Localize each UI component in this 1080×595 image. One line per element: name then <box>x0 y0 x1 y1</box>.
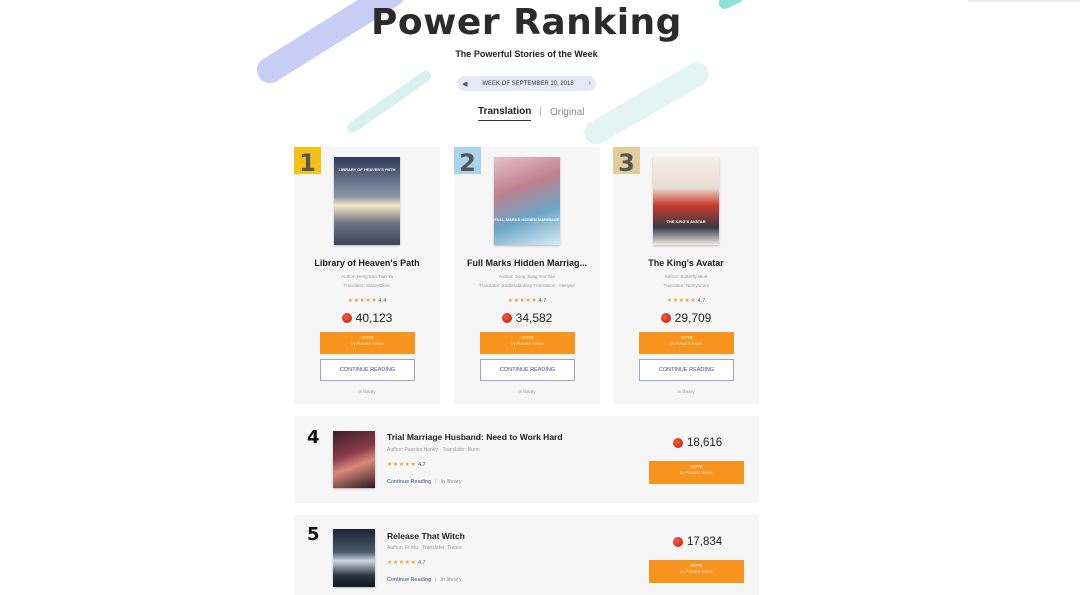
vote-count: 34,582 <box>454 311 600 325</box>
star-rating-icon: ★★★★★ <box>507 298 538 304</box>
power-stone-icon <box>673 438 683 448</box>
tab-original[interactable]: Original <box>550 107 584 121</box>
book-cover[interactable]: LIBRARY OF HEAVEN'S PATH <box>334 157 400 245</box>
book-cover[interactable]: THE KING'S AVATAR <box>653 157 719 245</box>
week-label: WEEK OF SEPTEMBER 10, 2018 <box>482 80 574 87</box>
tab-translation[interactable]: Translation <box>478 106 532 121</box>
power-stone-icon <box>341 313 352 323</box>
power-stone-icon <box>673 537 683 547</box>
week-selector: ◀ WEEK OF SEPTEMBER 10, 2018 › <box>457 76 596 91</box>
page-subtitle: The Powerful Stories of the Week <box>455 49 598 59</box>
power-stone-icon <box>501 313 512 323</box>
vote-count-value: 34,582 <box>515 311 553 325</box>
page-title: Power Ranking <box>371 2 682 43</box>
row-actions: Continue Reading | In library <box>387 479 462 485</box>
library-status: In library <box>440 479 462 485</box>
action-separator: | <box>435 479 437 485</box>
cover-text: LIBRARY OF HEAVEN'S PATH <box>338 167 396 172</box>
power-stone-icon <box>660 313 671 323</box>
continue-reading-button[interactable]: CONTINUE READING <box>639 359 734 381</box>
cover-text: THE KING'S AVATAR <box>666 219 706 224</box>
top-book-card: 2 FULL MARKS HIDDEN MARRIAGE Full Marks … <box>454 147 600 404</box>
rank-number: 5 <box>307 524 320 545</box>
rating: ★★★★★ 4.7 <box>613 297 759 304</box>
vote-sub-label: IN POWER RANK <box>680 470 713 475</box>
book-title[interactable]: Trial Marriage Husband: Need to Work Har… <box>387 432 563 442</box>
list-book-row: 4 Trial Marriage Husband: Need to Work H… <box>294 416 759 503</box>
rating: ★★★★★ 4.7 <box>454 297 600 304</box>
vote-count: 17,834 <box>673 536 722 548</box>
rating: ★★★★★ 4.4 <box>294 297 440 304</box>
vote-sub-label: IN POWER RANK <box>670 341 703 346</box>
list-book-row: 5 Release That Witch Author: Er Mu · Tra… <box>294 515 759 595</box>
cover-text: FULL MARKS HIDDEN MARRIAGE <box>494 217 560 222</box>
vote-count-value: 17,834 <box>687 536 723 548</box>
vote-button[interactable]: VOTE IN POWER RANK <box>480 332 575 354</box>
star-rating-icon: ★★★★★ <box>347 298 378 304</box>
vote-count: 18,616 <box>673 437 722 449</box>
book-title[interactable]: Library of Heaven's Path <box>294 258 440 268</box>
author-line: Author: Jiong Jiong You Yao <box>498 274 556 279</box>
rank-number: 4 <box>307 427 320 448</box>
author-translator-line: Author: Er Mu · Translator: Tranto <box>387 545 462 551</box>
rating: ★★★★★ 4.7 <box>387 559 426 566</box>
decorative-stripe <box>580 58 714 149</box>
tab-bar: Translation | Original <box>478 106 584 121</box>
vote-button[interactable]: VOTE IN POWER RANK <box>649 560 744 583</box>
vote-button[interactable]: VOTE IN POWER RANK <box>649 461 744 484</box>
rating: ★★★★★ 4.7 <box>387 461 426 468</box>
vote-sub-label: IN POWER RANK <box>680 569 713 574</box>
book-cover[interactable] <box>333 529 375 587</box>
star-rating-icon: ★★★★★ <box>387 560 417 566</box>
author-line: Author: Butterfly Blue <box>664 274 708 279</box>
continue-reading-link[interactable]: Continue Reading <box>387 577 431 583</box>
rating-value: 4.7 <box>538 298 547 304</box>
row-actions: Continue Reading | In library <box>387 577 462 583</box>
vote-sub-label: IN POWER RANK <box>351 341 384 346</box>
vote-count-value: 40,123 <box>355 311 393 325</box>
vote-button[interactable]: VOTE IN POWER RANK <box>320 332 415 354</box>
rating-value: 4.7 <box>697 298 706 304</box>
rating-value: 4.7 <box>417 560 426 566</box>
library-status: In library <box>677 389 695 394</box>
rating-value: 4.7 <box>417 462 426 468</box>
continue-reading-link[interactable]: Continue Reading <box>387 479 431 485</box>
library-status: In library <box>358 389 376 394</box>
action-separator: | <box>435 577 437 583</box>
author-translator-line: Author: Passion Honey · Translator: Nuno <box>387 447 480 453</box>
vote-count: 29,709 <box>613 311 759 325</box>
caret-left-icon[interactable]: ◀ <box>462 80 467 88</box>
author-line: Author: Heng Sao Tian Ya <box>341 274 393 279</box>
vote-button[interactable]: VOTE IN POWER RANK <box>639 332 734 354</box>
book-title[interactable]: The King's Avatar <box>613 258 759 268</box>
translator-line: Translator: StarveCleric <box>343 283 391 288</box>
continue-reading-button[interactable]: CONTINUE READING <box>320 359 415 381</box>
top-book-card: 3 THE KING'S AVATAR The King's Avatar Au… <box>613 147 759 404</box>
star-rating-icon: ★★★★★ <box>387 462 417 468</box>
book-cover[interactable]: FULL MARKS HIDDEN MARRIAGE <box>494 157 560 245</box>
tab-separator: | <box>539 106 542 117</box>
vote-count: 40,123 <box>294 311 440 325</box>
book-cover[interactable] <box>333 431 375 488</box>
book-title[interactable]: Full Marks Hidden Marriag... <box>454 258 600 268</box>
vote-sub-label: IN POWER RANK <box>511 341 544 346</box>
vote-count-value: 18,616 <box>687 437 723 449</box>
rank-badge: 1 <box>294 147 321 177</box>
top-book-card: 1 LIBRARY OF HEAVEN'S PATH Library of He… <box>294 147 440 404</box>
caret-right-icon[interactable]: › <box>589 80 591 87</box>
book-title[interactable]: Release That Witch <box>387 531 465 541</box>
translator-line: Translator: Endlessfantasy Translation ·… <box>479 283 575 288</box>
library-status: In library <box>440 577 462 583</box>
vote-count-value: 29,709 <box>674 311 712 325</box>
rank-badge: 2 <box>454 147 481 177</box>
continue-reading-button[interactable]: CONTINUE READING <box>480 359 575 381</box>
rating-value: 4.4 <box>378 298 387 304</box>
translator-line: Translator: Nomyummi <box>663 283 709 288</box>
library-status: In library <box>518 389 536 394</box>
star-rating-icon: ★★★★★ <box>666 298 697 304</box>
rank-badge: 3 <box>613 147 640 177</box>
decorative-stripe <box>345 68 434 136</box>
